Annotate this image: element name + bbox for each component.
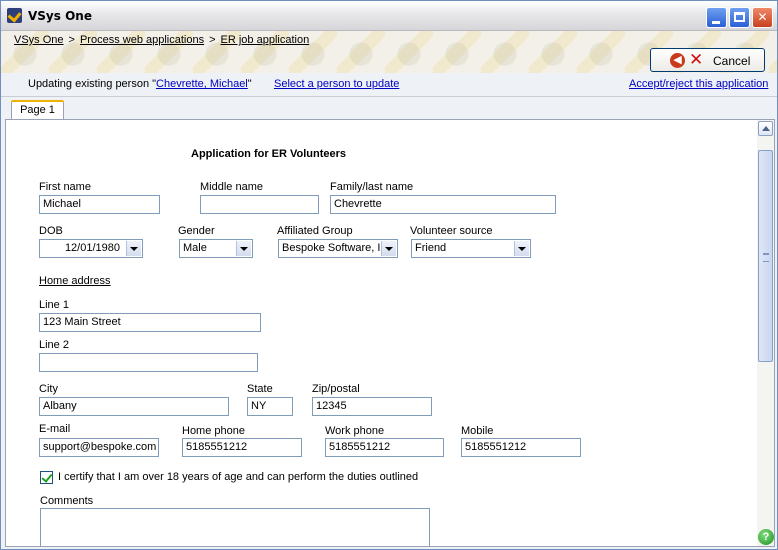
- affiliated-group-value: Bespoke Software, I: [282, 242, 381, 254]
- close-window-button[interactable]: ✕: [752, 7, 773, 28]
- help-icon[interactable]: ?: [758, 529, 774, 545]
- zip-label: Zip/postal: [312, 383, 360, 395]
- line2-label: Line 2: [39, 339, 69, 351]
- email-label: E-mail: [39, 423, 71, 435]
- back-arrow-icon: ◀: [670, 53, 685, 68]
- address-line1-input[interactable]: 123 Main Street: [39, 313, 261, 332]
- scrollbar-thumb[interactable]: [758, 150, 773, 362]
- dob-label: DOB: [39, 225, 63, 237]
- gender-select[interactable]: Male: [179, 239, 253, 258]
- breadcrumb-er-job-application[interactable]: ER job application: [221, 34, 310, 46]
- tab-page-1[interactable]: Page 1: [11, 100, 64, 120]
- dob-value: 12/01/1980: [64, 242, 120, 254]
- state-input[interactable]: NY: [247, 397, 293, 416]
- application-window: VSys One ✕ VSys One > Process web applicat…: [0, 0, 778, 550]
- city-label: City: [39, 383, 58, 395]
- scroll-up-button[interactable]: [758, 121, 773, 136]
- zip-input[interactable]: 12345: [312, 397, 432, 416]
- form-panel: Application for ER Volunteers First name…: [5, 119, 775, 547]
- chevron-down-icon[interactable]: [514, 241, 529, 256]
- work-phone-label: Work phone: [325, 425, 385, 437]
- home-phone-input[interactable]: 5185551212: [182, 438, 302, 457]
- chevron-down-icon[interactable]: [236, 241, 251, 256]
- mobile-label: Mobile: [461, 425, 494, 437]
- affiliated-group-select[interactable]: Bespoke Software, I: [278, 239, 398, 258]
- middle-name-label: Middle name: [200, 181, 263, 193]
- certify-checkbox[interactable]: [40, 471, 53, 484]
- affiliated-group-label: Affiliated Group: [277, 225, 353, 237]
- first-name-input[interactable]: Michael: [39, 195, 160, 214]
- form-title: Application for ER Volunteers: [191, 148, 347, 160]
- breadcrumb-process-web-applications[interactable]: Process web applications: [80, 34, 204, 46]
- cancel-button-label: Cancel: [713, 54, 751, 68]
- status-suffix: ": [247, 78, 252, 90]
- cancel-button[interactable]: ◀ ✕ Cancel: [650, 48, 765, 72]
- accept-reject-link[interactable]: Accept/reject this application: [629, 78, 768, 90]
- select-person-link[interactable]: Select a person to update: [274, 78, 399, 90]
- person-link[interactable]: Chevrette, Michael: [156, 78, 248, 90]
- home-phone-label: Home phone: [182, 425, 245, 437]
- volunteer-source-label: Volunteer source: [410, 225, 493, 237]
- header-banner: VSys One > Process web applications > ER job…: [1, 31, 777, 73]
- family-name-input[interactable]: Chevrette: [330, 195, 556, 214]
- middle-name-input[interactable]: [200, 195, 319, 214]
- red-x-icon: ✕: [689, 50, 704, 69]
- breadcrumb-vsys-one[interactable]: VSys One: [14, 34, 64, 46]
- address-line2-input[interactable]: [39, 353, 258, 372]
- status-bar: Updating existing person "Chevrette, Mic…: [1, 73, 777, 97]
- status-prefix: Updating existing person ": [28, 78, 157, 90]
- window-title: VSys One: [28, 9, 92, 23]
- updating-person-text: Updating existing person "Chevrette, Mic…: [28, 78, 252, 90]
- vsys-logo-icon: [7, 8, 22, 23]
- title-bar[interactable]: VSys One ✕: [1, 1, 777, 31]
- chevron-down-icon[interactable]: [381, 241, 396, 256]
- volunteer-source-value: Friend: [415, 242, 447, 254]
- work-phone-input[interactable]: 5185551212: [325, 438, 444, 457]
- gender-label: Gender: [178, 225, 215, 237]
- volunteer-source-select[interactable]: Friend: [411, 239, 531, 258]
- family-name-label: Family/last name: [330, 181, 414, 193]
- dob-picker[interactable]: 12/01/1980: [39, 239, 143, 258]
- first-name-label: First name: [39, 181, 91, 193]
- comments-textarea[interactable]: [40, 508, 430, 546]
- city-input[interactable]: Albany: [39, 397, 229, 416]
- gender-value: Male: [183, 242, 207, 254]
- email-input[interactable]: support@bespoke.com: [39, 438, 159, 457]
- certify-label[interactable]: I certify that I am over 18 years of age…: [58, 471, 418, 483]
- comments-label: Comments: [40, 495, 94, 507]
- chevron-down-icon[interactable]: [126, 241, 141, 256]
- minimize-button[interactable]: [706, 7, 727, 28]
- line1-label: Line 1: [39, 299, 69, 311]
- state-label: State: [247, 383, 273, 395]
- breadcrumb: VSys One > Process web applications > ER job…: [14, 34, 309, 46]
- mobile-input[interactable]: 5185551212: [461, 438, 581, 457]
- breadcrumb-separator: >: [68, 34, 75, 46]
- vertical-scrollbar[interactable]: [757, 120, 774, 546]
- maximize-button[interactable]: [729, 7, 750, 28]
- home-address-heading: Home address: [39, 275, 111, 287]
- breadcrumb-separator: >: [209, 34, 216, 46]
